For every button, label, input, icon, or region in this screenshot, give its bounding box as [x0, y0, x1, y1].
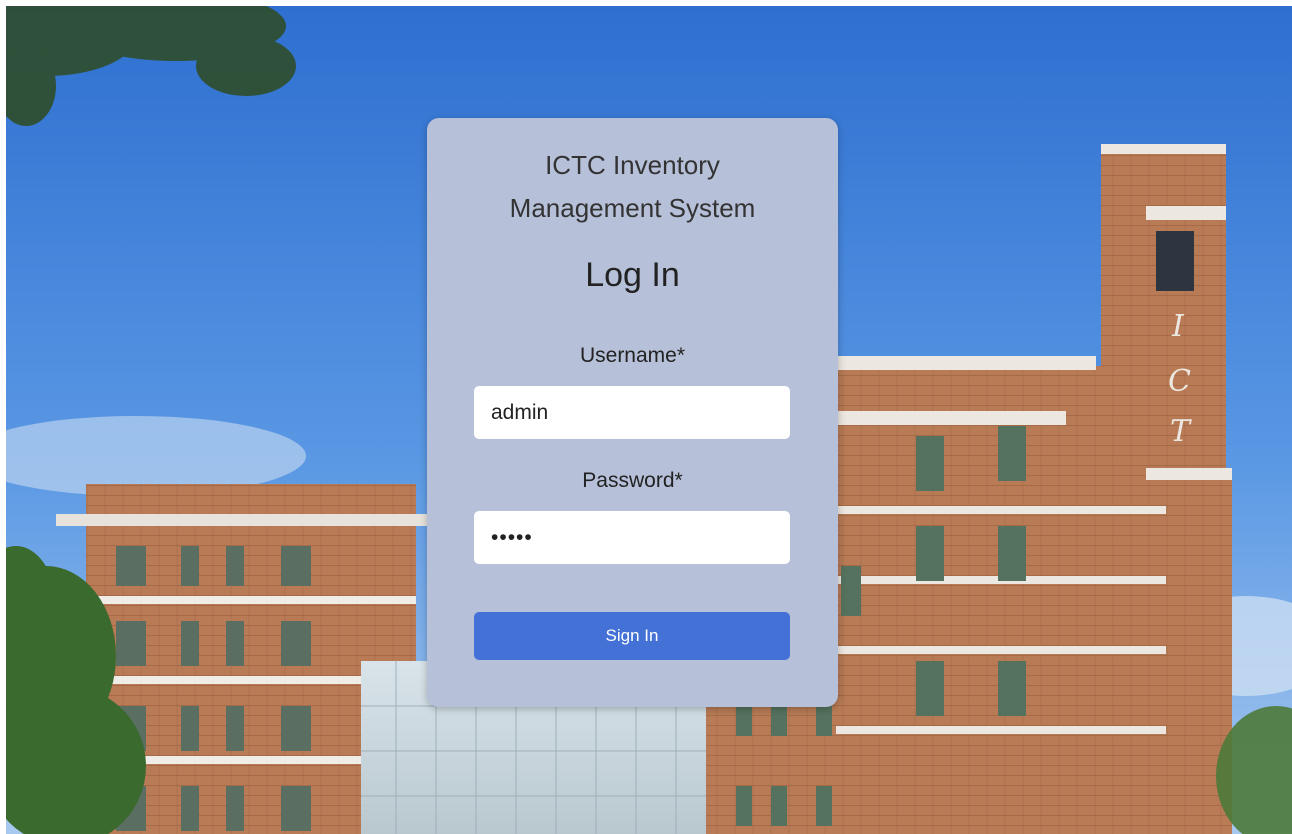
password-label: Password* — [582, 469, 683, 492]
svg-text:C: C — [1168, 364, 1191, 399]
svg-text:T: T — [1170, 414, 1192, 449]
login-heading: Log In — [585, 256, 680, 294]
sign-in-button[interactable]: Sign In — [474, 612, 790, 660]
login-card: ICTC Inventory Management System Log In … — [427, 118, 838, 707]
app-title: ICTC Inventory Management System — [509, 150, 756, 223]
username-label: Username* — [579, 344, 686, 367]
password-input[interactable] — [474, 511, 790, 564]
username-input[interactable] — [474, 386, 790, 439]
svg-text:I: I — [1171, 309, 1185, 344]
